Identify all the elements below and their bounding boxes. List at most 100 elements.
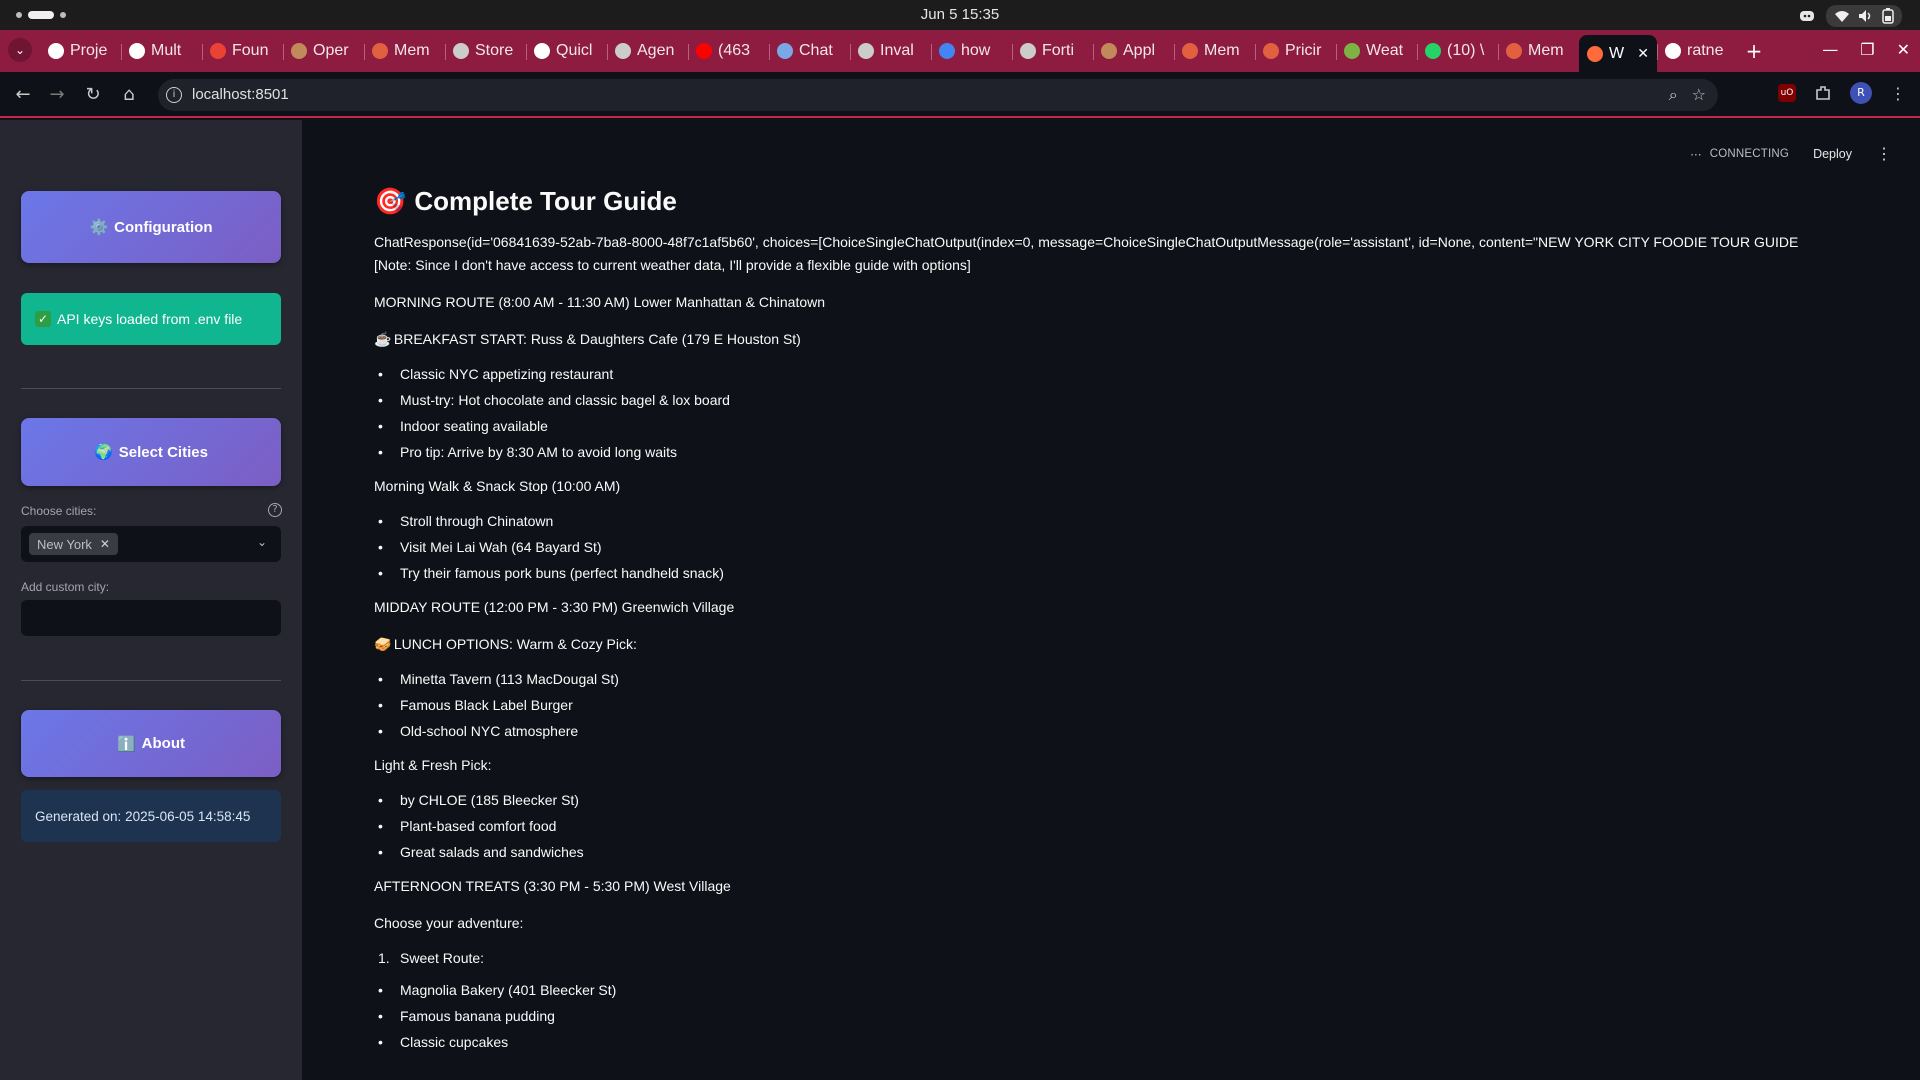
help-icon[interactable]: ? <box>268 503 282 517</box>
custom-city-input[interactable] <box>21 600 281 636</box>
tab-favicon-icon <box>372 43 388 59</box>
midday-route-heading: MIDDAY ROUTE (12:00 PM - 3:30 PM) Greenw… <box>374 599 735 615</box>
tab-favicon-icon <box>777 43 793 59</box>
list-item: Indoor seating available <box>374 417 1834 435</box>
browser-tab[interactable]: Pricir <box>1255 35 1336 67</box>
check-icon: ✓ <box>35 311 51 327</box>
tab-favicon-icon <box>1101 43 1117 59</box>
remove-chip-icon[interactable]: ✕ <box>100 537 110 551</box>
tab-label: Mem <box>394 42 430 59</box>
browser-tab[interactable]: Chat <box>769 35 850 67</box>
tab-favicon-icon <box>1665 43 1681 59</box>
list-item: Great salads and sandwiches <box>374 843 1834 861</box>
browser-tab[interactable]: Weat <box>1336 35 1417 67</box>
browser-tab[interactable]: Agen <box>607 35 688 67</box>
system-status-menu[interactable] <box>1826 5 1902 27</box>
browser-tab[interactable]: Oper <box>283 35 364 67</box>
tab-favicon-icon <box>1020 43 1036 59</box>
browser-tab[interactable]: Proje <box>40 35 121 67</box>
close-window-icon[interactable]: ✕ <box>1897 40 1910 59</box>
tab-label: Mem <box>1204 42 1240 59</box>
profile-avatar[interactable]: R <box>1850 82 1872 104</box>
list-number: 1. <box>378 950 390 966</box>
list-item: Must-try: Hot chocolate and classic bage… <box>374 391 1834 409</box>
chevron-down-icon[interactable]: ⌄ <box>257 535 267 549</box>
list-item: Pro tip: Arrive by 8:30 AM to avoid long… <box>374 443 1834 461</box>
browser-tab[interactable]: Appl <box>1093 35 1174 67</box>
tab-label: Forti <box>1042 42 1074 59</box>
divider <box>21 680 281 681</box>
adventure-list: 1. Sweet Route: <box>374 949 1834 967</box>
reload-icon[interactable]: ↻ <box>82 84 104 106</box>
configuration-button[interactable]: ⚙️ Configuration <box>21 191 281 263</box>
browser-menu-icon[interactable]: ⋮ <box>1890 84 1906 103</box>
morning-walk-heading: Morning Walk & Snack Stop (10:00 AM) <box>374 478 621 494</box>
discord-icon[interactable] <box>1798 7 1816 25</box>
list-item: Famous Black Label Burger <box>374 696 1834 714</box>
breakfast-list: Classic NYC appetizing restaurant Must-t… <box>374 365 1834 461</box>
browser-tab[interactable]: Store <box>445 35 526 67</box>
browser-tab[interactable]: (463 <box>688 35 769 67</box>
sandwich-icon: 🥪 <box>374 636 392 652</box>
browser-tab[interactable]: Mult <box>121 35 202 67</box>
browser-tab[interactable]: ratne <box>1657 35 1738 67</box>
browser-tab-bar: ⌄ Proje Mult Foun Oper Mem Store Quicl Agen (463… <box>0 30 1920 72</box>
restore-icon[interactable]: ❐ <box>1860 40 1874 59</box>
page-title-text: Complete Tour Guide <box>414 186 677 216</box>
lunch-options-heading: 🥪 LUNCH OPTIONS: Warm & Cozy Pick: <box>374 633 1834 656</box>
tab-label: Proje <box>70 42 108 59</box>
select-cities-label: Select Cities <box>118 443 208 461</box>
browser-tab[interactable]: Quicl <box>526 35 607 67</box>
minimize-icon[interactable]: — <box>1822 40 1838 59</box>
home-icon[interactable]: ⌂ <box>118 84 140 106</box>
sidebar: ⚙️ Configuration ✓ API keys loaded from … <box>0 120 302 1080</box>
os-clock[interactable]: Jun 5 15:35 <box>0 6 1920 23</box>
address-bar[interactable]: i localhost:8501 ⌕ ☆ <box>158 79 1718 111</box>
new-tab-icon[interactable]: + <box>1738 35 1770 67</box>
tab-favicon-icon <box>129 43 145 59</box>
info-icon: ℹ️ <box>116 735 136 753</box>
bookmark-star-icon[interactable]: ☆ <box>1692 85 1706 105</box>
forward-icon[interactable]: → <box>46 84 68 106</box>
tab-favicon-icon <box>48 43 64 59</box>
browser-tab[interactable]: Mem <box>1498 35 1579 67</box>
extensions-puzzle-icon[interactable] <box>1814 84 1832 102</box>
about-button[interactable]: ℹ️ About <box>21 710 281 777</box>
tab-label: how <box>961 42 991 59</box>
battery-icon <box>1882 8 1894 24</box>
main-content: ⋯ CONNECTING Deploy ⋮ 🎯 Complete Tour Gu… <box>302 120 1920 1080</box>
tab-label: (10) \ <box>1447 42 1485 59</box>
browser-tab[interactable]: how <box>931 35 1012 67</box>
lunch-list: Minetta Tavern (113 MacDougal St) Famous… <box>374 670 1834 740</box>
ublock-extension-icon[interactable]: uO <box>1778 84 1796 102</box>
close-tab-icon[interactable]: ✕ <box>1637 45 1649 62</box>
tab-search-dropdown-icon[interactable]: ⌄ <box>8 38 32 62</box>
tab-label: Foun <box>232 42 269 59</box>
tab-label: Inval <box>880 42 914 59</box>
zoom-icon[interactable]: ⌕ <box>1669 85 1678 105</box>
app-menu-icon[interactable]: ⋮ <box>1876 144 1892 164</box>
site-info-icon[interactable]: i <box>166 87 182 103</box>
back-icon[interactable]: ← <box>12 84 34 106</box>
tab-label: Agen <box>637 42 675 59</box>
browser-tab[interactable]: Mem <box>364 35 445 67</box>
browser-tab[interactable]: (10) \ <box>1417 35 1498 67</box>
url-text[interactable]: localhost:8501 <box>192 86 289 103</box>
browser-tab[interactable]: Inval <box>850 35 931 67</box>
cities-multiselect[interactable]: New York ✕ ⌄ <box>21 526 281 562</box>
tour-guide-content: 🎯 Complete Tour Guide ChatResponse(id='0… <box>374 186 1834 1065</box>
browser-tab-active[interactable]: W ✕ <box>1579 35 1657 72</box>
deploy-button[interactable]: Deploy <box>1813 147 1852 161</box>
browser-tab[interactable]: Mem <box>1174 35 1255 67</box>
about-label: About <box>141 735 185 752</box>
tab-favicon-icon <box>1425 43 1441 59</box>
tab-favicon-icon <box>210 43 226 59</box>
browser-tab[interactable]: Forti <box>1012 35 1093 67</box>
select-cities-button[interactable]: 🌍 Select Cities <box>21 418 281 486</box>
tab-label: (463 <box>718 42 751 59</box>
os-top-bar: Jun 5 15:35 <box>0 0 1920 30</box>
light-fresh-list: by CHLOE (185 Bleecker St) Plant-based c… <box>374 791 1834 861</box>
list-item: Plant-based comfort food <box>374 817 1834 835</box>
tab-label: W <box>1609 44 1625 62</box>
browser-tab[interactable]: Foun <box>202 35 283 67</box>
